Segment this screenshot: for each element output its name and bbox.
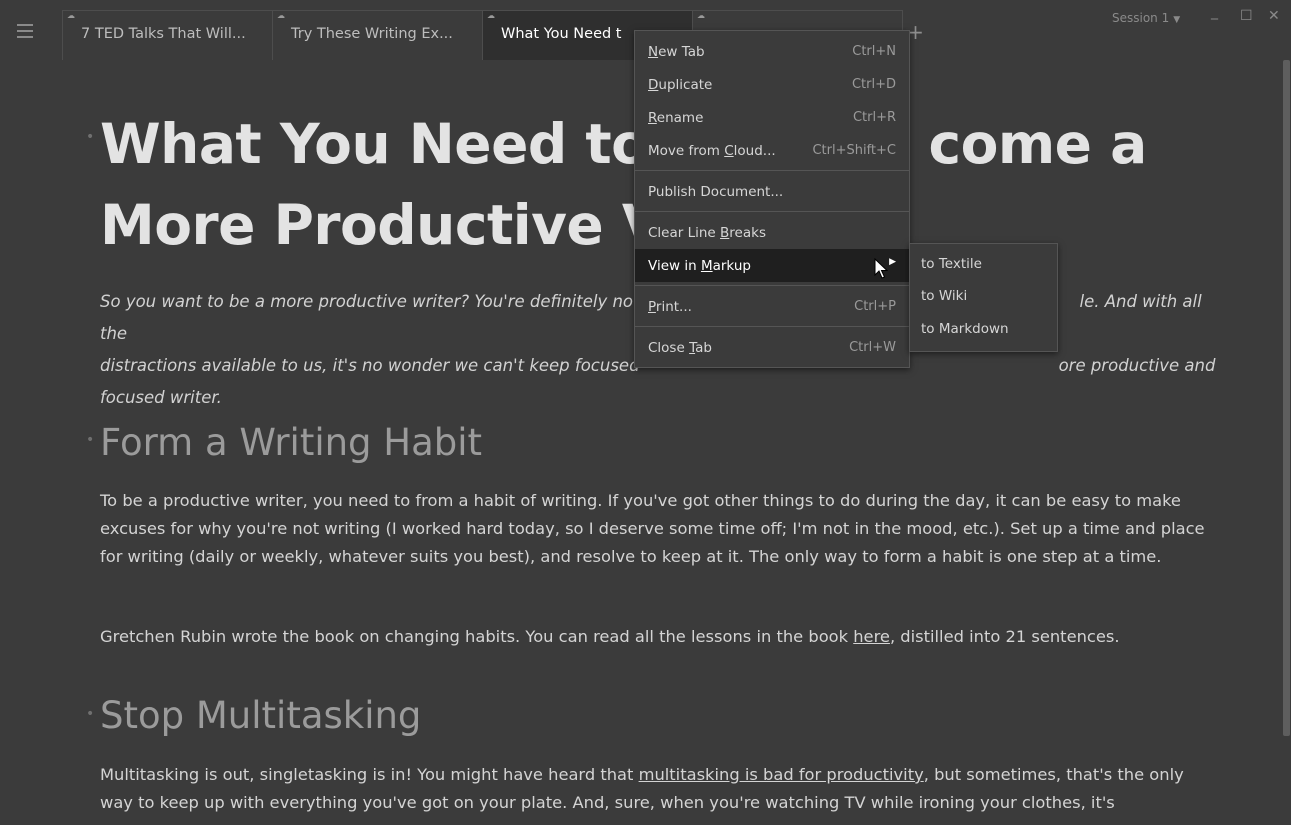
vertical-scrollbar[interactable] (1281, 60, 1291, 825)
cloud-icon: ☁ (67, 11, 75, 20)
menu-item-publish-document[interactable]: Publish Document... (635, 175, 909, 208)
minimize-button[interactable]: _ (1211, 4, 1218, 20)
session-label: Session 1 (1112, 11, 1170, 25)
menu-item-new-tab[interactable]: New Tab Ctrl+N (635, 35, 909, 68)
multitasking-link[interactable]: multitasking is bad for productivity (639, 765, 924, 784)
section-heading: Form a Writing Habit (100, 421, 483, 464)
hamburger-icon[interactable] (14, 20, 36, 42)
section-paragraph: Gretchen Rubin wrote the book on changin… (100, 627, 1120, 646)
maximize-button[interactable]: ☐ (1240, 8, 1253, 24)
menu-separator (635, 211, 909, 212)
tab-label: What You Need t (501, 26, 622, 42)
submenu-item-markdown[interactable]: to Markdown (910, 311, 1057, 343)
mouse-pointer-icon (874, 258, 888, 279)
tab-label: Try These Writing Ex... (291, 26, 453, 42)
tab-writing-exercises[interactable]: ☁ Try These Writing Ex... (272, 10, 482, 60)
shortcut-label: Ctrl+N (852, 44, 896, 59)
cloud-icon: ☁ (487, 11, 495, 20)
menu-item-move-from-cloud[interactable]: Move from Cloud... Ctrl+Shift+C (635, 134, 909, 167)
session-selector[interactable]: Session 1 ▼ (1112, 11, 1180, 25)
menu-item-duplicate[interactable]: Duplicate Ctrl+D (635, 68, 909, 101)
submenu-item-textile[interactable]: to Textile (910, 246, 1057, 278)
here-link[interactable]: here (853, 627, 890, 646)
menu-separator (635, 285, 909, 286)
menu-item-clear-line-breaks[interactable]: Clear Line Breaks (635, 216, 909, 249)
shortcut-label: Ctrl+P (854, 299, 896, 314)
shortcut-label: Ctrl+R (852, 110, 896, 125)
menu-item-rename[interactable]: Rename Ctrl+R (635, 101, 909, 134)
heading-bullet: • (86, 129, 95, 145)
tab-context-menu: New Tab Ctrl+N Duplicate Ctrl+D Rename C… (634, 30, 910, 368)
menu-item-print[interactable]: Print... Ctrl+P (635, 290, 909, 323)
tab-label: 7 TED Talks That Will... (81, 26, 246, 42)
section-paragraph: Multitasking is out, singletasking is in… (100, 765, 1184, 812)
app-window: ☁ 7 TED Talks That Will... ☁ Try These W… (0, 0, 1291, 825)
chevron-down-icon: ▼ (1173, 15, 1181, 25)
close-window-button[interactable]: ✕ (1268, 8, 1280, 24)
scrollbar-thumb[interactable] (1283, 60, 1290, 736)
menu-item-view-in-markup[interactable]: View in Markup ▶ (635, 249, 909, 282)
submenu-arrow-icon: ▶ (889, 257, 896, 267)
shortcut-label: Ctrl+D (851, 77, 896, 92)
shortcut-label: Ctrl+W (849, 340, 896, 355)
section-heading: Stop Multitasking (100, 694, 422, 737)
section-paragraph: To be a productive writer, you need to f… (100, 491, 1205, 566)
menu-separator (635, 326, 909, 327)
heading-bullet: • (86, 432, 95, 448)
menu-separator (635, 170, 909, 171)
menu-item-close-tab[interactable]: Close Tab Ctrl+W (635, 331, 909, 364)
submenu-item-wiki[interactable]: to Wiki (910, 278, 1057, 310)
cloud-icon: ☁ (697, 11, 705, 20)
markup-submenu: to Textile to Wiki to Markdown (909, 243, 1058, 352)
tab-ted-talks[interactable]: ☁ 7 TED Talks That Will... (62, 10, 272, 60)
heading-bullet: • (86, 706, 95, 722)
cloud-icon: ☁ (277, 11, 285, 20)
shortcut-label: Ctrl+Shift+C (812, 143, 896, 158)
